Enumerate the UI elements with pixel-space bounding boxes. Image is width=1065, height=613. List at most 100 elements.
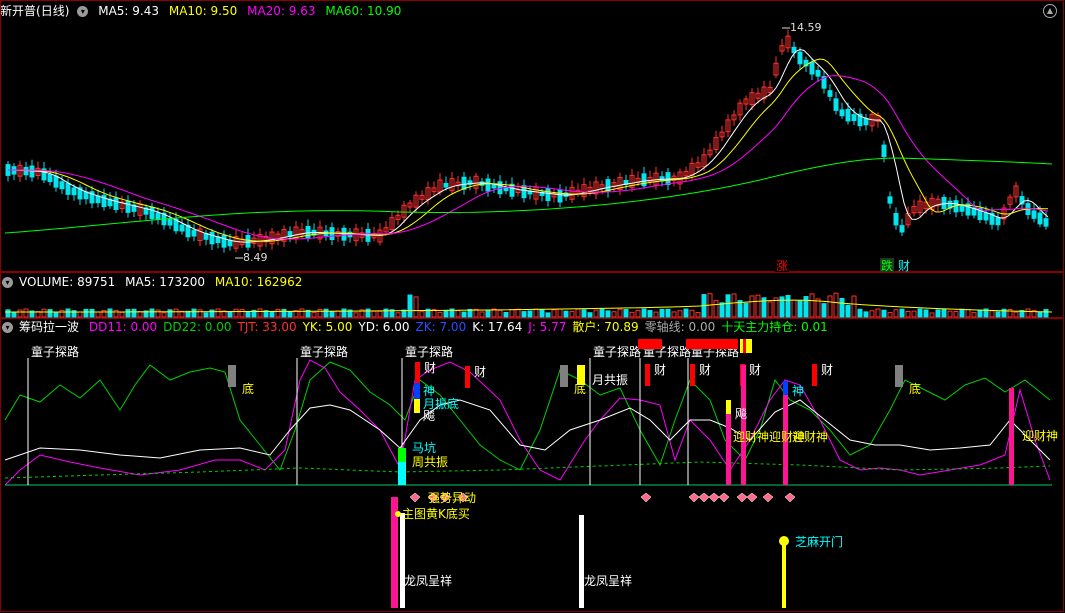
tongzi-label: 童子探路 [300,344,348,359]
stock-chart-window: 新开普(日线) ▾ MA5: 9.43 MA10: 9.50 MA20: 9.63… [0,0,1065,613]
volume-bar [941,308,947,318]
longfeng-label-2: 龙凤呈祥 [584,574,632,588]
candle-body [149,206,155,220]
volume-bar [479,311,485,318]
volume-bar [785,295,791,318]
shen-label: 神 [423,384,435,398]
candle-body [833,98,839,111]
diamond-icon [708,492,720,503]
volume-bar [953,310,959,318]
candle-body [125,200,131,213]
volume-bar [563,310,569,318]
candle-body [83,191,89,200]
volume-bar [653,311,659,318]
candle-body [179,224,185,232]
zhutu-label: 主图黄K底买 [402,506,470,521]
cai-marker [690,364,695,386]
volume-bar [413,296,419,318]
volume-bar [947,310,953,318]
yingcaishen-label-3: 迎财神 [1022,429,1058,443]
candle-body [983,212,989,221]
volume-bar [935,309,941,318]
volume-bar [1013,311,1019,318]
makeng-marker-2 [398,462,406,485]
candle-body [491,184,497,189]
makeng-label: 马坑 [412,440,436,455]
volume-bar [827,295,833,318]
candle-body [221,235,227,248]
zhimakaimen-label: 芝麻开门 [795,534,843,549]
candle-body [1043,218,1049,227]
coin-icon [779,536,789,546]
volume-bar [53,311,59,318]
volume-bar [959,308,965,318]
diamond-icon [409,492,421,503]
volume-bar [125,309,131,318]
volume-bar [485,310,491,318]
candle-body [839,109,845,117]
volume-bar [899,308,905,318]
volume-bar [851,295,857,318]
di-marker [228,365,236,387]
candle-body [65,182,71,195]
diamond-icon [762,492,774,503]
volume-bar [521,311,527,318]
volume-bar [971,312,977,318]
volume-bar [875,308,881,318]
volume-bar [173,308,179,318]
candle-body [23,166,29,176]
volume-bar [629,311,635,318]
volume-bar [23,308,29,318]
volume-bar [149,308,155,318]
vol-ma10-line [4,299,1053,313]
volume-bar [893,309,899,318]
volume-bar [317,309,323,318]
candle-body [887,196,893,204]
volume-bar [299,308,305,318]
volume-bar [515,308,521,318]
volume-bar [965,309,971,318]
volume-bar [611,311,617,318]
volume-bar [713,300,719,318]
volume-bar [539,309,545,318]
volume-bar [767,301,773,318]
volume-bar [323,308,329,318]
volume-bar [815,298,821,318]
volume-bar [77,311,83,318]
volume-bar [803,296,809,318]
tongzi-label: 童子探路 [593,344,641,359]
diamond-icon [640,492,652,503]
signal-bar-top [743,339,746,353]
shen-label-2: 神 [792,384,804,398]
volume-bar [311,311,317,318]
candle-body [995,217,1001,226]
volume-bar [869,310,875,318]
volume-bar [65,308,71,318]
volume-bar [995,311,1001,318]
biao-label-2: 飚 [735,406,747,421]
cai-label: 财 [474,365,486,379]
zhutu-dot [395,511,401,517]
high-price-label: 14.59 [790,21,822,34]
volume-bar [281,308,287,318]
volume-bar [365,308,371,318]
volume-bar [329,311,335,318]
volume-bar [647,310,653,318]
candle-body [827,90,833,97]
volume-bar [215,308,221,318]
volume-bar [47,309,53,318]
volume-bar [17,309,23,318]
volume-bar [371,310,377,318]
volume-bar [1025,308,1031,318]
volume-bar [575,308,581,318]
candle-body [881,144,887,158]
volume-bar [395,312,401,318]
volume-bar [545,312,551,318]
volume-bar [809,293,815,318]
volume-bar [989,310,995,318]
candle-body [809,61,815,75]
cai-marker [465,366,470,388]
volume-bar [269,311,275,318]
signal-bar-top [638,339,662,349]
signal-bar-top [686,339,738,349]
